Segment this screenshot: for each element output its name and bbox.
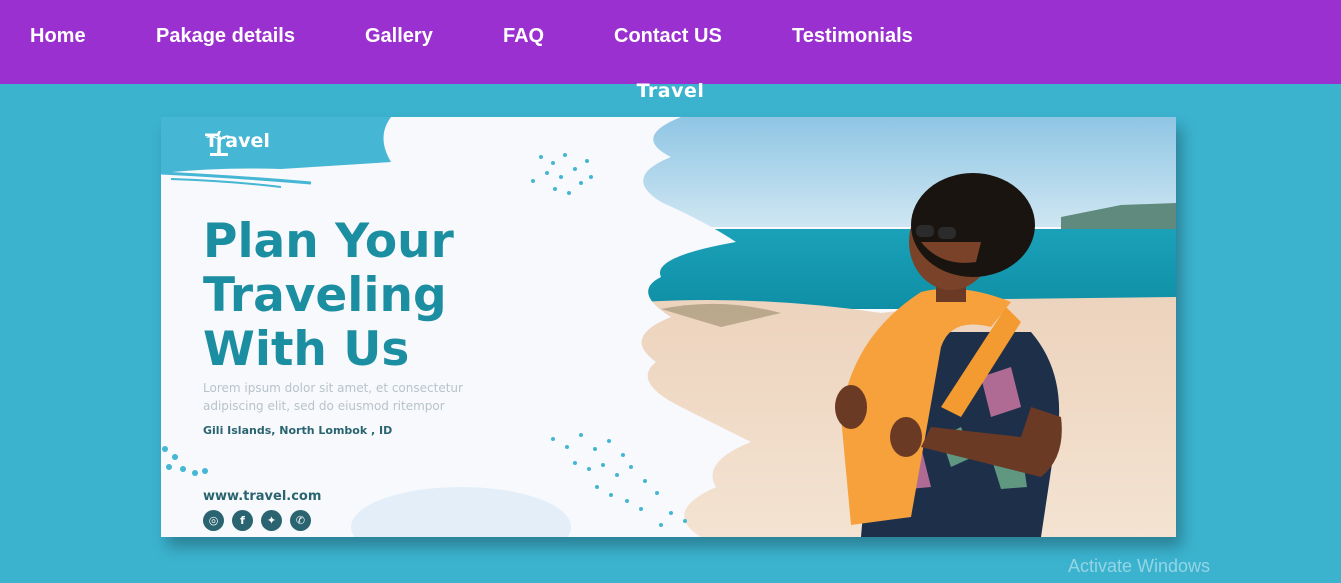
social-icons: ◎ f ✦ ✆ [203, 510, 311, 531]
whatsapp-icon: ✆ [290, 510, 311, 531]
headline-line: Traveling [203, 268, 447, 323]
activate-windows-watermark: Activate Windows [1068, 556, 1211, 576]
banner-description: Lorem ipsum dolor sit amet, et consectet… [203, 379, 563, 415]
page-heading: Travel [636, 80, 705, 102]
facebook-icon: f [232, 510, 253, 531]
headline-line: With Us [203, 322, 410, 377]
travel-banner-image: Travel Plan Your Traveling With Us Lorem… [161, 117, 1176, 537]
instagram-icon: ◎ [203, 510, 224, 531]
palm-tree-icon [206, 130, 232, 156]
nav-home-link[interactable]: Home [30, 25, 86, 48]
nav-faq-link[interactable]: FAQ [503, 25, 544, 48]
description-line: Lorem ipsum dolor sit amet, et consectet… [203, 381, 463, 395]
nav-package-details-link[interactable]: Pakage details [156, 25, 295, 48]
banner-location: Gili Islands, North Lombok , ID [203, 424, 393, 437]
headline-line: Plan Your [203, 214, 454, 269]
traveler-person [835, 173, 1062, 537]
nav-contact-link[interactable]: Contact US [614, 25, 722, 48]
description-line: adipiscing elit, sed do eiusmod ritempor [203, 399, 445, 413]
main-navbar: Home Pakage details Gallery FAQ Contact … [0, 0, 1341, 84]
banner-website: www.travel.com [203, 489, 322, 504]
banner-headline: Plan Your Traveling With Us [203, 215, 563, 377]
nav-testimonials-link[interactable]: Testimonials [792, 25, 913, 48]
nav-gallery-link[interactable]: Gallery [365, 25, 433, 48]
brand-logo: Travel [205, 130, 270, 156]
twitter-icon: ✦ [261, 510, 282, 531]
